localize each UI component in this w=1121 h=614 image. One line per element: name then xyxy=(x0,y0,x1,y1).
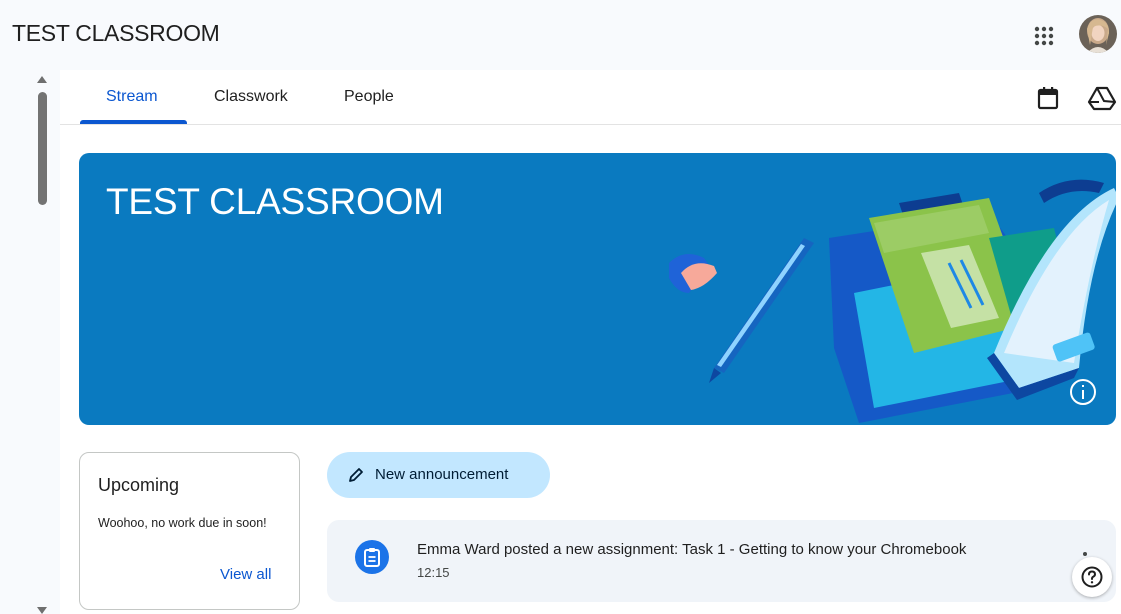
scroll-down-arrow-icon[interactable] xyxy=(37,607,47,614)
upcoming-card: Upcoming Woohoo, no work due in soon! Vi… xyxy=(79,452,300,610)
main-content: Stream Classwork People TEST CLASSROOM U… xyxy=(60,70,1121,614)
view-all-link[interactable]: View all xyxy=(220,566,271,583)
banner-title: TEST CLASSROOM xyxy=(106,181,444,222)
top-bar: TEST CLASSROOM xyxy=(0,0,1121,70)
tab-stream[interactable]: Stream xyxy=(106,88,158,106)
class-banner: TEST CLASSROOM xyxy=(79,153,1116,425)
avatar[interactable] xyxy=(1079,15,1117,53)
active-tab-indicator xyxy=(80,120,187,124)
post-text[interactable]: Emma Ward posted a new assignment: Task … xyxy=(417,541,966,558)
new-announcement-label: New announcement xyxy=(375,466,509,483)
tab-classwork[interactable]: Classwork xyxy=(214,88,288,106)
new-announcement-button[interactable]: New announcement xyxy=(327,452,550,498)
google-drive-icon[interactable] xyxy=(1087,84,1117,112)
assignment-icon xyxy=(355,540,389,574)
backpack-illustration-icon xyxy=(669,179,1116,423)
help-icon[interactable] xyxy=(1072,557,1112,597)
stream-post[interactable]: Emma Ward posted a new assignment: Task … xyxy=(327,520,1116,602)
upcoming-message: Woohoo, no work due in soon! xyxy=(98,516,267,530)
upcoming-title: Upcoming xyxy=(98,475,180,495)
tab-bar: Stream Classwork People xyxy=(60,70,1121,125)
class-title[interactable]: TEST CLASSROOM xyxy=(12,20,220,47)
left-rail xyxy=(0,70,60,614)
calendar-icon[interactable] xyxy=(1034,84,1062,112)
tab-people[interactable]: People xyxy=(344,88,394,106)
pencil-icon xyxy=(349,468,363,482)
scrollbar-thumb[interactable] xyxy=(38,92,47,205)
info-icon[interactable] xyxy=(1070,379,1096,405)
grid-dots-icon[interactable] xyxy=(1030,22,1058,50)
scroll-up-arrow-icon[interactable] xyxy=(37,76,47,83)
post-time: 12:15 xyxy=(417,565,450,580)
